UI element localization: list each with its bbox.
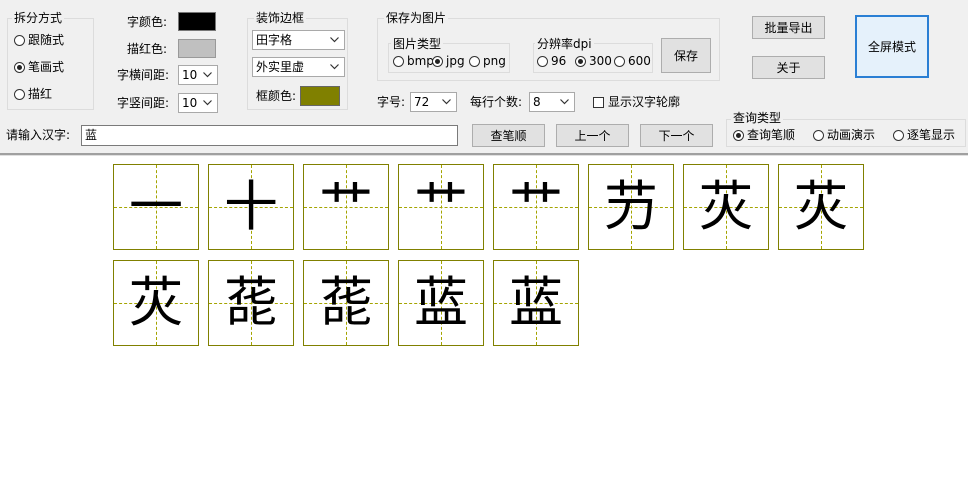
radio-dot xyxy=(14,34,25,46)
stroke-cell: 蒊 xyxy=(303,260,389,346)
checkbox-box xyxy=(593,96,604,108)
radio-dpi-300[interactable]: 300 xyxy=(575,53,612,69)
about-button[interactable]: 关于 xyxy=(752,56,825,79)
radio-bmp[interactable]: bmp xyxy=(393,53,434,69)
stroke-glyph: 蓝 xyxy=(414,271,468,334)
query-type-title: 查询类型 xyxy=(731,111,784,125)
next-button[interactable]: 下一个 xyxy=(640,124,713,147)
split-mode-title: 拆分方式 xyxy=(12,11,65,25)
save-title: 保存为图片 xyxy=(384,11,449,25)
stroke-order-grid: 一十艹艹艹芀苂苂苂蒊蒊蓝蓝 xyxy=(113,164,873,354)
stroke-cell: 蓝 xyxy=(398,260,484,346)
toolbar-separator xyxy=(0,153,968,156)
radio-dot xyxy=(893,129,904,141)
radio-split-follow[interactable]: 跟随式 xyxy=(14,32,64,48)
toolbar: 拆分方式 跟随式 笔画式 描红 字颜色: 描红色: 字横间距: 10 字竖间距:… xyxy=(0,0,968,153)
dpi-title: 分辨率dpi xyxy=(535,37,594,51)
radio-dot xyxy=(813,129,824,141)
radio-dpi-96[interactable]: 96 xyxy=(537,53,566,69)
stroke-glyph: 芀 xyxy=(604,175,658,238)
batch-export-button[interactable]: 批量导出 xyxy=(752,16,825,39)
radio-dot xyxy=(469,55,480,67)
stroke-glyph: 蒊 xyxy=(224,271,278,334)
stroke-cell: 一 xyxy=(113,164,199,250)
stroke-glyph: 苂 xyxy=(699,175,753,238)
radio-dot xyxy=(14,88,25,100)
line-style-select[interactable]: 外实里虚 xyxy=(252,57,345,77)
h-spacing-label: 字横间距: xyxy=(117,68,170,82)
char-input[interactable]: 蓝 xyxy=(81,125,458,146)
stroke-glyph: 蒊 xyxy=(319,271,373,334)
chevron-down-icon xyxy=(202,97,213,109)
save-button[interactable]: 保存 xyxy=(661,38,711,73)
stroke-glyph: 艹 xyxy=(319,175,373,238)
radio-dot xyxy=(393,55,404,67)
stroke-glyph: 艹 xyxy=(414,175,468,238)
radio-dot-selected xyxy=(575,55,586,67)
radio-png[interactable]: png xyxy=(469,53,506,69)
chevron-down-icon xyxy=(559,96,570,108)
radio-split-stroke[interactable]: 笔画式 xyxy=(14,59,64,75)
radio-dpi-600[interactable]: 600 xyxy=(614,53,651,69)
stroke-cell: 艹 xyxy=(398,164,484,250)
trace-color-label: 描红色: xyxy=(127,42,168,56)
stroke-glyph: 苂 xyxy=(794,175,848,238)
stroke-cell: 蓝 xyxy=(493,260,579,346)
stroke-glyph: 十 xyxy=(224,175,278,238)
chevron-down-icon xyxy=(329,34,340,46)
fullscreen-button[interactable]: 全屏模式 xyxy=(855,15,929,78)
chevron-down-icon xyxy=(202,69,213,81)
per-row-label: 每行个数: xyxy=(470,95,523,109)
stroke-cell: 苂 xyxy=(683,164,769,250)
chevron-down-icon xyxy=(329,61,340,73)
radio-dot-selected xyxy=(14,61,25,73)
chevron-down-icon xyxy=(441,96,452,108)
char-color-label: 字颜色: xyxy=(127,15,168,29)
frame-color-label: 框颜色: xyxy=(256,89,297,103)
radio-split-trace[interactable]: 描红 xyxy=(14,86,52,102)
radio-query-step[interactable]: 逐笔显示 xyxy=(893,127,955,143)
font-size-label: 字号: xyxy=(377,95,406,109)
stroke-glyph: 蓝 xyxy=(509,271,563,334)
radio-dot-selected xyxy=(432,55,443,67)
radio-dot xyxy=(537,55,548,67)
trace-color-swatch[interactable] xyxy=(178,39,216,58)
v-spacing-select[interactable]: 10 xyxy=(178,93,218,113)
char-color-swatch[interactable] xyxy=(178,12,216,31)
image-type-title: 图片类型 xyxy=(391,37,444,51)
grid-type-select[interactable]: 田字格 xyxy=(252,30,345,50)
stroke-cell: 芀 xyxy=(588,164,674,250)
stroke-cell: 苂 xyxy=(113,260,199,346)
radio-dot-selected xyxy=(733,129,744,141)
char-input-label: 请输入汉字: xyxy=(6,128,71,142)
radio-dot xyxy=(614,55,625,67)
stroke-cell: 艹 xyxy=(493,164,579,250)
stroke-glyph: 艹 xyxy=(509,175,563,238)
stroke-cell: 十 xyxy=(208,164,294,250)
show-outline-checkbox[interactable]: 显示汉字轮廓 xyxy=(593,94,680,110)
frame-color-swatch[interactable] xyxy=(300,86,340,106)
stroke-cell: 艹 xyxy=(303,164,389,250)
border-title: 装饰边框 xyxy=(254,11,307,25)
per-row-select[interactable]: 8 xyxy=(529,92,575,112)
h-spacing-select[interactable]: 10 xyxy=(178,65,218,85)
prev-button[interactable]: 上一个 xyxy=(556,124,629,147)
font-size-select[interactable]: 72 xyxy=(410,92,457,112)
stroke-glyph: 苂 xyxy=(129,271,183,334)
stroke-cell: 苂 xyxy=(778,164,864,250)
stroke-cell: 蒊 xyxy=(208,260,294,346)
v-spacing-label: 字竖间距: xyxy=(117,96,170,110)
radio-query-stroke[interactable]: 查询笔顺 xyxy=(733,127,795,143)
radio-jpg[interactable]: jpg xyxy=(432,53,465,69)
stroke-glyph: 一 xyxy=(129,175,183,238)
radio-query-animation[interactable]: 动画演示 xyxy=(813,127,875,143)
query-stroke-button[interactable]: 查笔顺 xyxy=(472,124,545,147)
